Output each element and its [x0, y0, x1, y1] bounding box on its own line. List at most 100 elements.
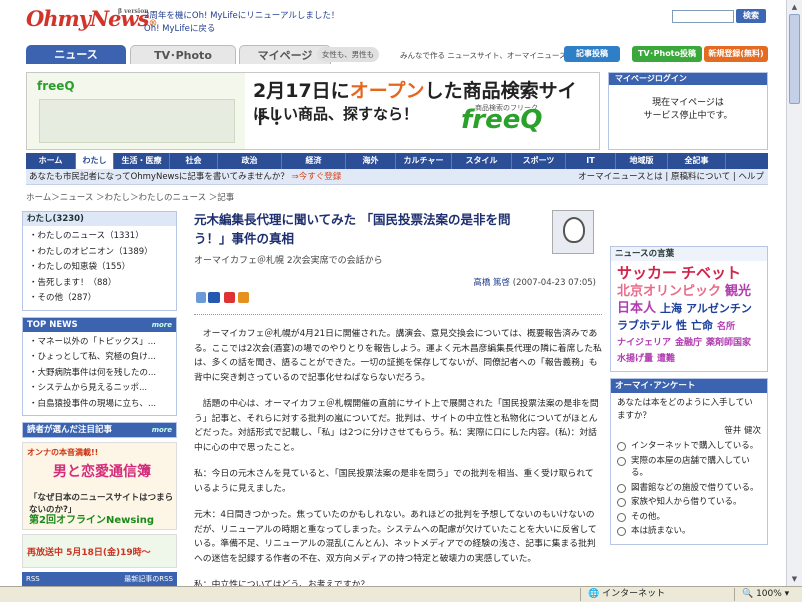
vertical-scrollbar[interactable]: ▲ ▼ — [786, 0, 802, 586]
register-now-link[interactable]: ⇒今すぐ登録 — [292, 172, 342, 182]
register-button[interactable]: 新規登録(無料) — [704, 46, 768, 62]
tag-word-14[interactable]: 水揚げ量 — [617, 351, 653, 367]
nav-item-1[interactable]: わたし — [76, 153, 114, 169]
tag-word-8[interactable]: 性 — [676, 318, 687, 334]
breadcrumb[interactable]: ホーム＞ニュース ＞わたし＞わたしのニュース ＞記事 — [26, 191, 234, 203]
nav-item-10[interactable]: IT — [566, 153, 616, 169]
ad-banner[interactable]: freeQ 2月17日にオープンした商品検索サイト！ ほしい商品、探すなら！ 商… — [26, 72, 600, 150]
top-news-item-1[interactable]: ・ひょっとして私、究極の負け... — [29, 350, 170, 366]
survey-option-3[interactable]: 家族や知人から借りている。 — [617, 496, 761, 509]
tag-word-11[interactable]: ナイジェリア — [617, 335, 671, 351]
watashi-item-0[interactable]: ・わたしのニュース（1331） — [29, 229, 170, 245]
author-photo[interactable] — [552, 210, 594, 254]
radio-icon[interactable] — [617, 512, 626, 522]
zoom-control[interactable]: 🔍 100% ▾ — [742, 588, 789, 601]
survey-option-5[interactable]: 本は読まない。 — [617, 525, 761, 538]
watashi-list: ・わたしのニュース（1331） ・わたしのオピニオン（1389） ・わたしの知恵袋（… — [23, 226, 176, 310]
watashi-count: (3230) — [52, 214, 84, 224]
radio-icon[interactable] — [617, 498, 626, 507]
nav-item-9[interactable]: スポーツ — [512, 153, 566, 169]
announce-link[interactable]: 2周年を機にOh! MyLifeにリニューアルしました！ — [144, 10, 339, 23]
banner-logo-small: freeQ — [37, 79, 75, 93]
post-article-button[interactable]: 記事投稿 — [564, 46, 620, 62]
tag-word-4[interactable]: 日本人 — [617, 301, 656, 317]
article-subtitle: オーマイカフェ＠札幌 2次会実席での会話から — [194, 256, 383, 266]
tag-word-1[interactable]: チベット — [681, 265, 741, 281]
tag-word-0[interactable]: サッカー — [617, 265, 677, 281]
watashi-item-3[interactable]: ・告死します！（88） — [29, 276, 170, 292]
nav-item-2[interactable]: 生活・医療 — [114, 153, 170, 169]
tab-news[interactable]: ニュース — [26, 45, 126, 64]
survey-option-4[interactable]: その他。 — [617, 511, 761, 524]
nav-item-7[interactable]: カルチャー — [396, 153, 452, 169]
share-icon-1[interactable] — [196, 292, 206, 303]
tag-word-6[interactable]: アルゼンチン — [686, 301, 752, 317]
scroll-down-icon[interactable]: ▼ — [789, 573, 800, 585]
nav-item-11[interactable]: 地域版 — [616, 153, 668, 169]
bookmark-b-icon[interactable] — [208, 292, 220, 303]
help-link[interactable]: ヘルプ — [738, 172, 764, 182]
bookmark-n-icon[interactable] — [224, 292, 235, 303]
zone-label: インターネット — [602, 589, 666, 599]
article: 元木編集長代理に聞いてみた 「国民投票法案の是非を問う！」事件の真相 オーマイカ… — [194, 210, 602, 593]
survey-option-1[interactable]: 実際の本屋の店舗で購入している。 — [617, 455, 761, 480]
top-news-item-2[interactable]: ・大野病院事件は何を残したの... — [29, 366, 170, 382]
tag-word-7[interactable]: ラブホテル — [617, 318, 672, 334]
survey-options: インターネットで購入している。実際の本屋の店舗で購入している。図書館などの施設で… — [617, 440, 761, 538]
back-link[interactable]: Oh! MyLifeに戻る — [144, 23, 339, 36]
login-title: マイページログイン — [609, 73, 767, 85]
nav-item-3[interactable]: 社会 — [170, 153, 218, 169]
site-header: OhmyNews® β version 2周年を機にOh! MyLifeにリニュー… — [0, 0, 786, 45]
search-button[interactable]: 検索 — [736, 9, 766, 23]
nav-item-12[interactable]: 全記事 — [668, 153, 726, 169]
site-logo[interactable]: OhmyNews® β version — [26, 6, 157, 31]
radio-icon[interactable] — [617, 527, 626, 536]
paragraph-0: オーマイカフェ＠札幌が4月21日に開催された。講演会、意見交換会については、概要… — [194, 329, 602, 383]
top-news-item-3[interactable]: ・システムから見えるニッポ... — [29, 381, 170, 397]
scroll-up-icon[interactable]: ▲ — [789, 1, 800, 13]
popular-more-link[interactable]: more — [152, 423, 176, 437]
news-words-box: ニュースの言葉 サッカー チベット北京オリンピック 観光日本人 上海 アルゼンチンラブホ… — [610, 246, 768, 372]
watashi-item-1[interactable]: ・わたしのオピニオン（1389） — [29, 245, 170, 261]
tag-word-10[interactable]: 名所 — [717, 319, 735, 335]
side-ad-1[interactable]: オンナの本音満載!! 男と恋愛通信簿 「なぜ日本のニュースサイトはつまらないのか… — [22, 442, 177, 530]
rss-latest-link[interactable]: 最新記事のRSS — [124, 572, 173, 586]
watashi-item-2[interactable]: ・わたしの知恵袋（155） — [29, 260, 170, 276]
watashi-item-4[interactable]: ・その他（287） — [29, 291, 170, 307]
rss-bar[interactable]: RSS 最新記事のRSS — [22, 572, 177, 586]
tag-word-2[interactable]: 北京オリンピック — [617, 284, 721, 300]
tag-pill: 女性も、男性も — [317, 47, 379, 62]
survey-option-0[interactable]: インターネットで購入している。 — [617, 440, 761, 453]
nav-item-4[interactable]: 政治 — [218, 153, 282, 169]
nav-item-8[interactable]: スタイル — [452, 153, 512, 169]
more-link[interactable]: more — [152, 318, 176, 332]
radio-icon[interactable] — [617, 483, 626, 493]
tag-word-3[interactable]: 観光 — [725, 284, 751, 300]
bookmark-check-icon[interactable] — [238, 292, 249, 303]
tag-word-12[interactable]: 金融庁 — [675, 335, 702, 351]
scroll-thumb[interactable] — [789, 14, 800, 104]
tag-word-5[interactable]: 上海 — [660, 301, 682, 317]
tab-tv-photo[interactable]: TV･Photo — [130, 45, 236, 64]
search-input[interactable] — [672, 10, 734, 23]
tag-word-9[interactable]: 亡命 — [691, 318, 713, 334]
nav-item-6[interactable]: 海外 — [346, 153, 396, 169]
survey-option-2[interactable]: 図書館などの施設で借りている。 — [617, 482, 761, 495]
survey-author: 笹井 健次 — [724, 426, 761, 436]
post-tv-button[interactable]: TV･Photo投稿 — [632, 46, 702, 62]
fee-link[interactable]: 原稿料について — [671, 172, 730, 182]
author-link[interactable]: 高橋 篤啓 — [473, 278, 510, 288]
side-ad-2[interactable]: 再放送中 5月18日(金)19時～ — [22, 534, 177, 568]
tag-word-13[interactable]: 薬剤師国家 — [706, 335, 751, 351]
top-news-item-4[interactable]: ・白島猿投事件の現場に立ち、... — [29, 397, 170, 413]
radio-icon[interactable] — [617, 456, 626, 466]
tag-word-15[interactable]: 遭難 — [657, 351, 675, 367]
about-link[interactable]: オーマイニュースとは — [578, 172, 663, 182]
top-news-item-0[interactable]: ・マネー以外の「トピックス」... — [29, 335, 170, 351]
radio-icon[interactable] — [617, 442, 626, 451]
author-face-icon — [563, 217, 585, 243]
watashi-header[interactable]: わたし(3230) — [23, 212, 176, 226]
nav-item-5[interactable]: 経済 — [282, 153, 346, 169]
nav-item-0[interactable]: ホーム — [26, 153, 76, 169]
login-msg-1: 現在マイページは — [652, 98, 724, 108]
